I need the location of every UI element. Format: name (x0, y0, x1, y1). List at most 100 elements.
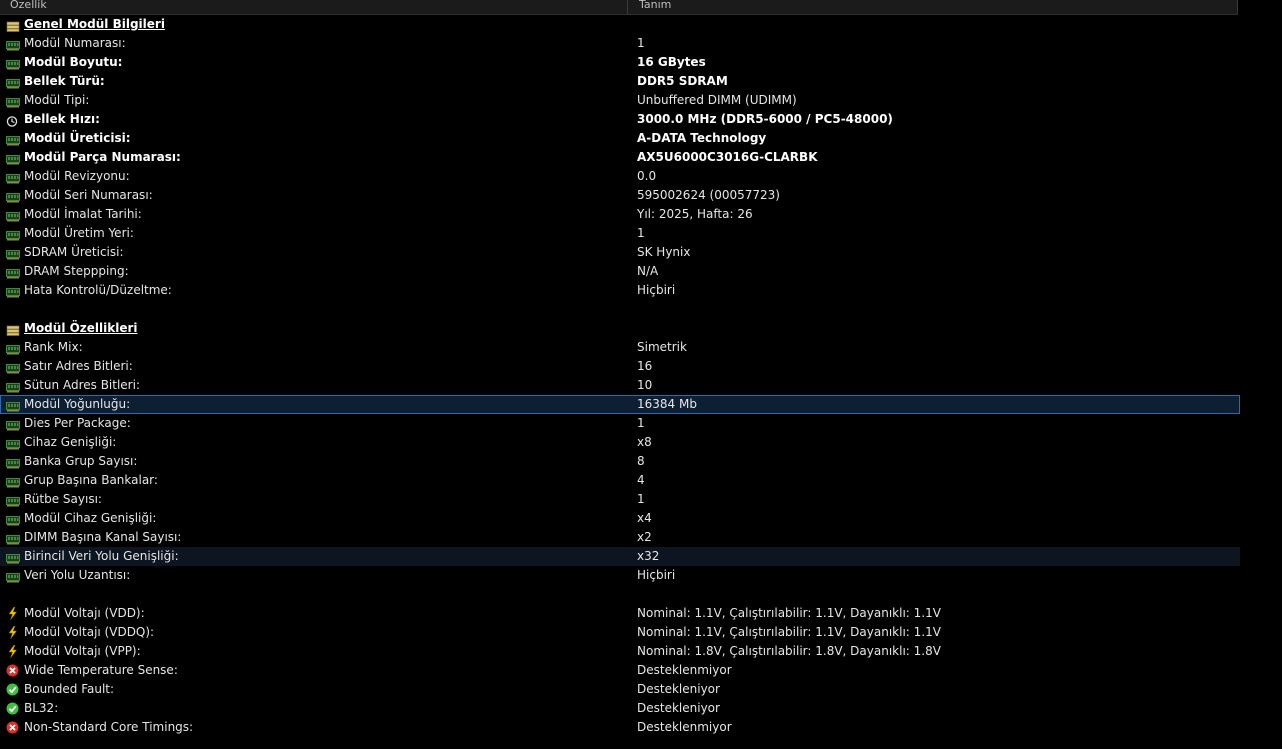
ram-module-icon (6, 95, 20, 108)
property-row[interactable]: Modül Tipi: Unbuffered DIMM (UDIMM) (0, 91, 1240, 110)
property-row[interactable]: DIMM Başına Kanal Sayısı: x2 (0, 528, 1240, 547)
property-row[interactable]: Hata Kontrolü/Düzeltme: Hiçbiri (0, 281, 1240, 300)
property-row[interactable]: Dies Per Package: 1 (0, 414, 1240, 433)
ram-module-icon (6, 570, 20, 583)
ram-module-icon (6, 418, 20, 431)
green-check-icon (6, 683, 20, 696)
property-row[interactable]: Satır Adres Bitleri: 16 (0, 357, 1240, 376)
property-list: Genel Modül Bilgileri Modül Numarası: 1 Mod… (0, 15, 1240, 737)
property-name: Bounded Fault: (24, 682, 115, 696)
property-row[interactable]: Bellek Türü: DDR5 SDRAM (0, 72, 1240, 91)
property-value: x4 (637, 511, 652, 525)
column-header-property[interactable]: Özellik (0, 0, 628, 14)
property-row[interactable]: Modül Üreticisi: A-DATA Technology (0, 129, 1240, 148)
property-row[interactable]: Bellek Hızı: 3000.0 MHz (DDR5-6000 / PC5-… (0, 110, 1240, 129)
property-row[interactable]: SDRAM Üreticisi: SK Hynix (0, 243, 1240, 262)
property-row[interactable]: Grup Başına Bankalar: 4 (0, 471, 1240, 490)
property-row[interactable]: Cihaz Genişliği: x8 (0, 433, 1240, 452)
property-name: Modül Yoğunluğu: (24, 397, 131, 411)
property-value: Desteklenmiyor (637, 663, 732, 677)
property-name: Dies Per Package: (24, 416, 131, 430)
ram-module-icon (6, 228, 20, 241)
property-row[interactable]: Modül İmalat Tarihi: Yıl: 2025, Hafta: 26 (0, 205, 1240, 224)
ram-module-icon (6, 209, 20, 222)
property-row[interactable]: Modül Revizyonu: 0.0 (0, 167, 1240, 186)
property-value: Nominal: 1.1V, Çalıştırılabilir: 1.1V, D… (637, 625, 941, 639)
property-row[interactable]: Birincil Veri Yolu Genişliği: x32 (0, 547, 1240, 566)
property-value: A-DATA Technology (637, 131, 767, 145)
property-name: Rank Mix: (24, 340, 83, 354)
ram-module-icon (6, 380, 20, 393)
property-value: 1 (637, 492, 645, 506)
property-row[interactable]: Modül Voltajı (VPP): Nominal: 1.8V, Çalış… (0, 642, 1240, 661)
property-row[interactable]: Sütun Adres Bitleri: 10 (0, 376, 1240, 395)
property-value: Destekleniyor (637, 701, 720, 715)
property-value: Hiçbiri (637, 283, 676, 297)
ram-module-icon (6, 266, 20, 279)
property-row[interactable]: Wide Temperature Sense: Desteklenmiyor (0, 661, 1240, 680)
property-row[interactable]: BL32: Destekleniyor (0, 699, 1240, 718)
property-name: Banka Grup Sayısı: (24, 454, 138, 468)
property-name: Hata Kontrolü/Düzeltme: (24, 283, 172, 297)
ram-module-icon (6, 437, 20, 450)
ram-module-icon (6, 247, 20, 260)
property-value: SK Hynix (637, 245, 691, 259)
property-row[interactable]: Modül Parça Numarası: AX5U6000C3016G-CLAR… (0, 148, 1240, 167)
property-name: Veri Yolu Uzantısı: (24, 568, 131, 582)
memory-section-icon (6, 323, 20, 336)
section-header-row[interactable]: Modül Özellikleri (0, 319, 1240, 338)
property-name: Birincil Veri Yolu Genişliği: (24, 549, 179, 563)
spacer-row (0, 585, 1240, 604)
ram-module-icon (6, 532, 20, 545)
property-row[interactable]: Modül Boyutu: 16 GBytes (0, 53, 1240, 72)
property-value: x8 (637, 435, 652, 449)
section-title: Modül Özellikleri (24, 321, 138, 335)
property-value: 8 (637, 454, 645, 468)
section-title: Genel Modül Bilgileri (24, 17, 165, 31)
property-row[interactable]: Modül Voltajı (VDD): Nominal: 1.1V, Çalış… (0, 604, 1240, 623)
property-name: DIMM Başına Kanal Sayısı: (24, 530, 182, 544)
property-value: Destekleniyor (637, 682, 720, 696)
lightning-icon (6, 644, 20, 659)
property-value: DDR5 SDRAM (637, 74, 728, 88)
property-row[interactable]: Bounded Fault: Destekleniyor (0, 680, 1240, 699)
property-row[interactable]: Modül Voltajı (VDDQ): Nominal: 1.1V, Çalı… (0, 623, 1240, 642)
property-row[interactable]: Modül Seri Numarası: 595002624 (00057723) (0, 186, 1240, 205)
ram-module-icon (6, 456, 20, 469)
section-header-row[interactable]: Genel Modül Bilgileri (0, 15, 1240, 34)
ram-module-icon (6, 285, 20, 298)
property-name: Modül Voltajı (VDDQ): (24, 625, 155, 639)
ram-module-icon (6, 494, 20, 507)
ram-module-icon (6, 38, 20, 51)
property-row[interactable]: Non-Standard Core Timings: Desteklenmiyor (0, 718, 1240, 737)
column-header-value[interactable]: Tanım (629, 0, 1238, 14)
property-value: 1 (637, 226, 645, 240)
property-value: 595002624 (00057723) (637, 188, 780, 202)
column-header: Özellik Tanım (0, 0, 1238, 15)
property-row[interactable]: Rütbe Sayısı: 1 (0, 490, 1240, 509)
property-value: 16 (637, 359, 653, 373)
ram-module-icon (6, 57, 20, 70)
ram-module-icon (6, 513, 20, 526)
property-value: 4 (637, 473, 645, 487)
property-name: SDRAM Üreticisi: (24, 245, 124, 259)
property-name: Modül Voltajı (VDD): (24, 606, 145, 620)
property-row[interactable]: Modül Cihaz Genişliği: x4 (0, 509, 1240, 528)
property-row[interactable]: Modül Numarası: 1 (0, 34, 1240, 53)
memory-section-icon (6, 19, 20, 32)
property-row[interactable]: Banka Grup Sayısı: 8 (0, 452, 1240, 471)
property-row[interactable]: Modül Üretim Yeri: 1 (0, 224, 1240, 243)
property-row[interactable]: Rank Mix: Simetrik (0, 338, 1240, 357)
property-value: Desteklenmiyor (637, 720, 732, 734)
property-name: Cihaz Genişliği: (24, 435, 117, 449)
property-row[interactable]: Modül Yoğunluğu: 16384 Mb (0, 395, 1240, 414)
property-value: 1 (637, 416, 645, 430)
property-name: Modül Numarası: (24, 36, 126, 50)
property-name: Wide Temperature Sense: (24, 663, 178, 677)
property-value: Unbuffered DIMM (UDIMM) (637, 93, 797, 107)
property-row[interactable]: Veri Yolu Uzantısı: Hiçbiri (0, 566, 1240, 585)
property-name: Modül İmalat Tarihi: (24, 207, 142, 221)
ram-module-icon (6, 361, 20, 374)
property-row[interactable]: DRAM Steppping: N/A (0, 262, 1240, 281)
property-name: Modül Üretim Yeri: (24, 226, 134, 240)
